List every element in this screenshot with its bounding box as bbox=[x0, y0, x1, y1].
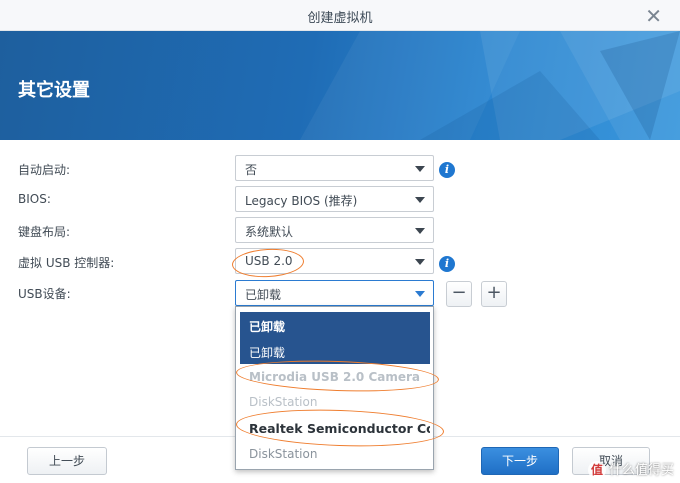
usb-controller-label: 虚拟 USB 控制器: bbox=[18, 256, 115, 270]
bios-value: Legacy BIOS (推荐) bbox=[245, 194, 358, 208]
page-heading: 其它设置 bbox=[18, 80, 90, 101]
info-icon[interactable]: i bbox=[439, 162, 455, 178]
prev-button[interactable]: 上一步 bbox=[27, 447, 107, 475]
header-banner: 其它设置 bbox=[0, 31, 680, 140]
dropdown-item-realtek[interactable]: Realtek Semiconductor Cor bbox=[240, 415, 430, 441]
usb-controller-select[interactable]: USB 2.0 bbox=[235, 248, 434, 274]
close-icon[interactable]: ✕ bbox=[645, 4, 662, 28]
next-button[interactable]: 下一步 bbox=[481, 447, 559, 475]
dropdown-item-microdia-camera: Microdia USB 2.0 Camera bbox=[249, 370, 421, 384]
remove-usb-device-button[interactable]: − bbox=[446, 281, 472, 307]
usb-device-select[interactable]: 已卸载 bbox=[235, 280, 434, 306]
autostart-value: 否 bbox=[245, 163, 258, 177]
chevron-down-icon bbox=[415, 197, 425, 203]
chevron-down-icon bbox=[415, 291, 425, 297]
dropdown-item-diskstation: DiskStation bbox=[249, 395, 318, 409]
usb-device-dropdown: 已卸载 已卸载 Microdia USB 2.0 Camera DiskStat… bbox=[235, 306, 434, 470]
bios-label: BIOS: bbox=[18, 192, 51, 206]
banner-decoration bbox=[300, 31, 680, 140]
bios-select[interactable]: Legacy BIOS (推荐) bbox=[235, 186, 434, 212]
keyboard-value: 系统默认 bbox=[245, 225, 294, 239]
dropdown-item-unmounted-header[interactable]: 已卸载 bbox=[240, 312, 430, 338]
watermark-text: 什么值得买 bbox=[608, 462, 674, 478]
window-titlebar: 创建虚拟机 ✕ bbox=[0, 0, 680, 31]
usb-device-label: USB设备: bbox=[18, 287, 71, 301]
dropdown-item-diskstation[interactable]: DiskStation bbox=[240, 441, 430, 467]
keyboard-select[interactable]: 系统默认 bbox=[235, 217, 434, 243]
add-usb-device-button[interactable]: + bbox=[481, 281, 507, 307]
chevron-down-icon bbox=[415, 228, 425, 234]
chevron-down-icon bbox=[415, 166, 425, 172]
watermark-logo-icon: 值 bbox=[587, 461, 606, 479]
watermark: 值什么值得买 bbox=[587, 459, 674, 479]
chevron-down-icon bbox=[415, 259, 425, 265]
usb-device-value: 已卸载 bbox=[245, 288, 282, 302]
window-title: 创建虚拟机 bbox=[307, 11, 373, 26]
autostart-select[interactable]: 否 bbox=[235, 155, 434, 181]
autostart-label: 自动启动: bbox=[18, 163, 71, 177]
keyboard-label: 键盘布局: bbox=[18, 225, 71, 239]
info-icon[interactable]: i bbox=[439, 256, 455, 272]
dropdown-item-unmounted[interactable]: 已卸载 bbox=[240, 338, 430, 364]
usb-controller-value: USB 2.0 bbox=[245, 254, 293, 268]
